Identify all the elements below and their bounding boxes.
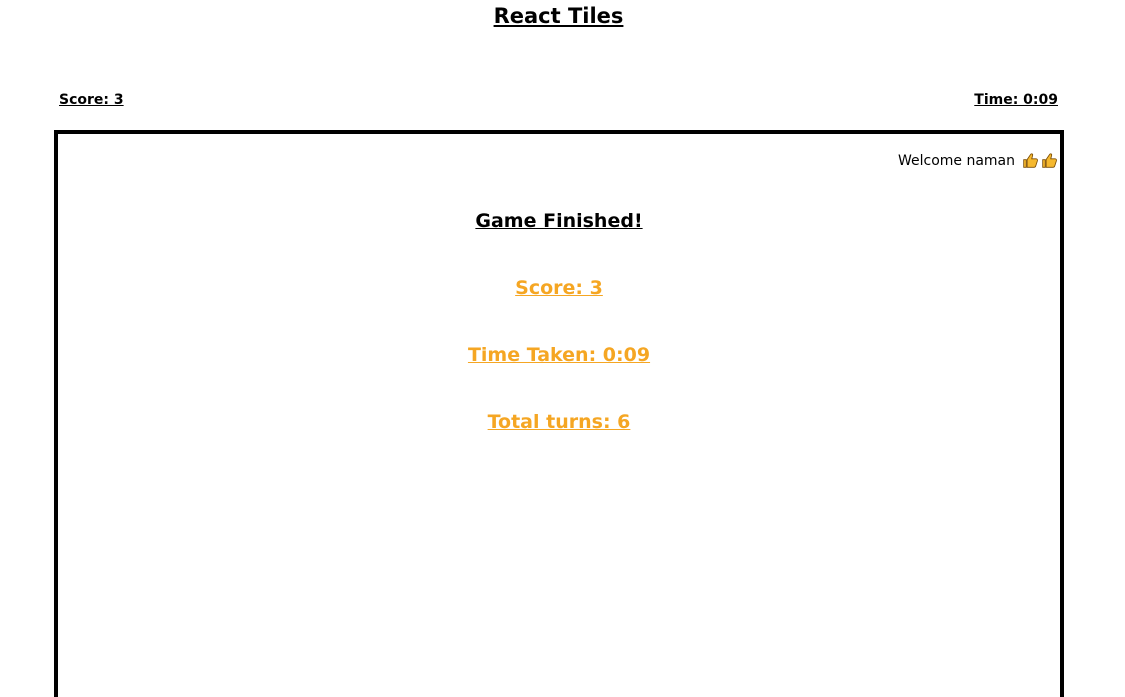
welcome-message: Welcome naman bbox=[898, 152, 1058, 169]
time-display: Time: 0:09 bbox=[974, 92, 1058, 108]
thumbs-up-icon bbox=[1042, 153, 1057, 168]
game-board: Welcome naman Game Finished! Score: 3 Ti… bbox=[54, 130, 1064, 697]
result-score: Score: 3 bbox=[515, 277, 603, 299]
welcome-text: Welcome naman bbox=[897, 152, 1015, 169]
page-title: React Tiles bbox=[493, 4, 624, 28]
score-display: Score: 3 bbox=[59, 92, 124, 108]
result-time-taken: Time Taken: 0:09 bbox=[467, 344, 651, 366]
app-root: React Tiles Score: 3 Time: 0:09 Welcome … bbox=[0, 0, 1125, 697]
game-finished-title: Game Finished! bbox=[475, 210, 643, 232]
thumbs-up-icon bbox=[1023, 153, 1038, 168]
result-total-turns: Total turns: 6 bbox=[487, 411, 631, 433]
